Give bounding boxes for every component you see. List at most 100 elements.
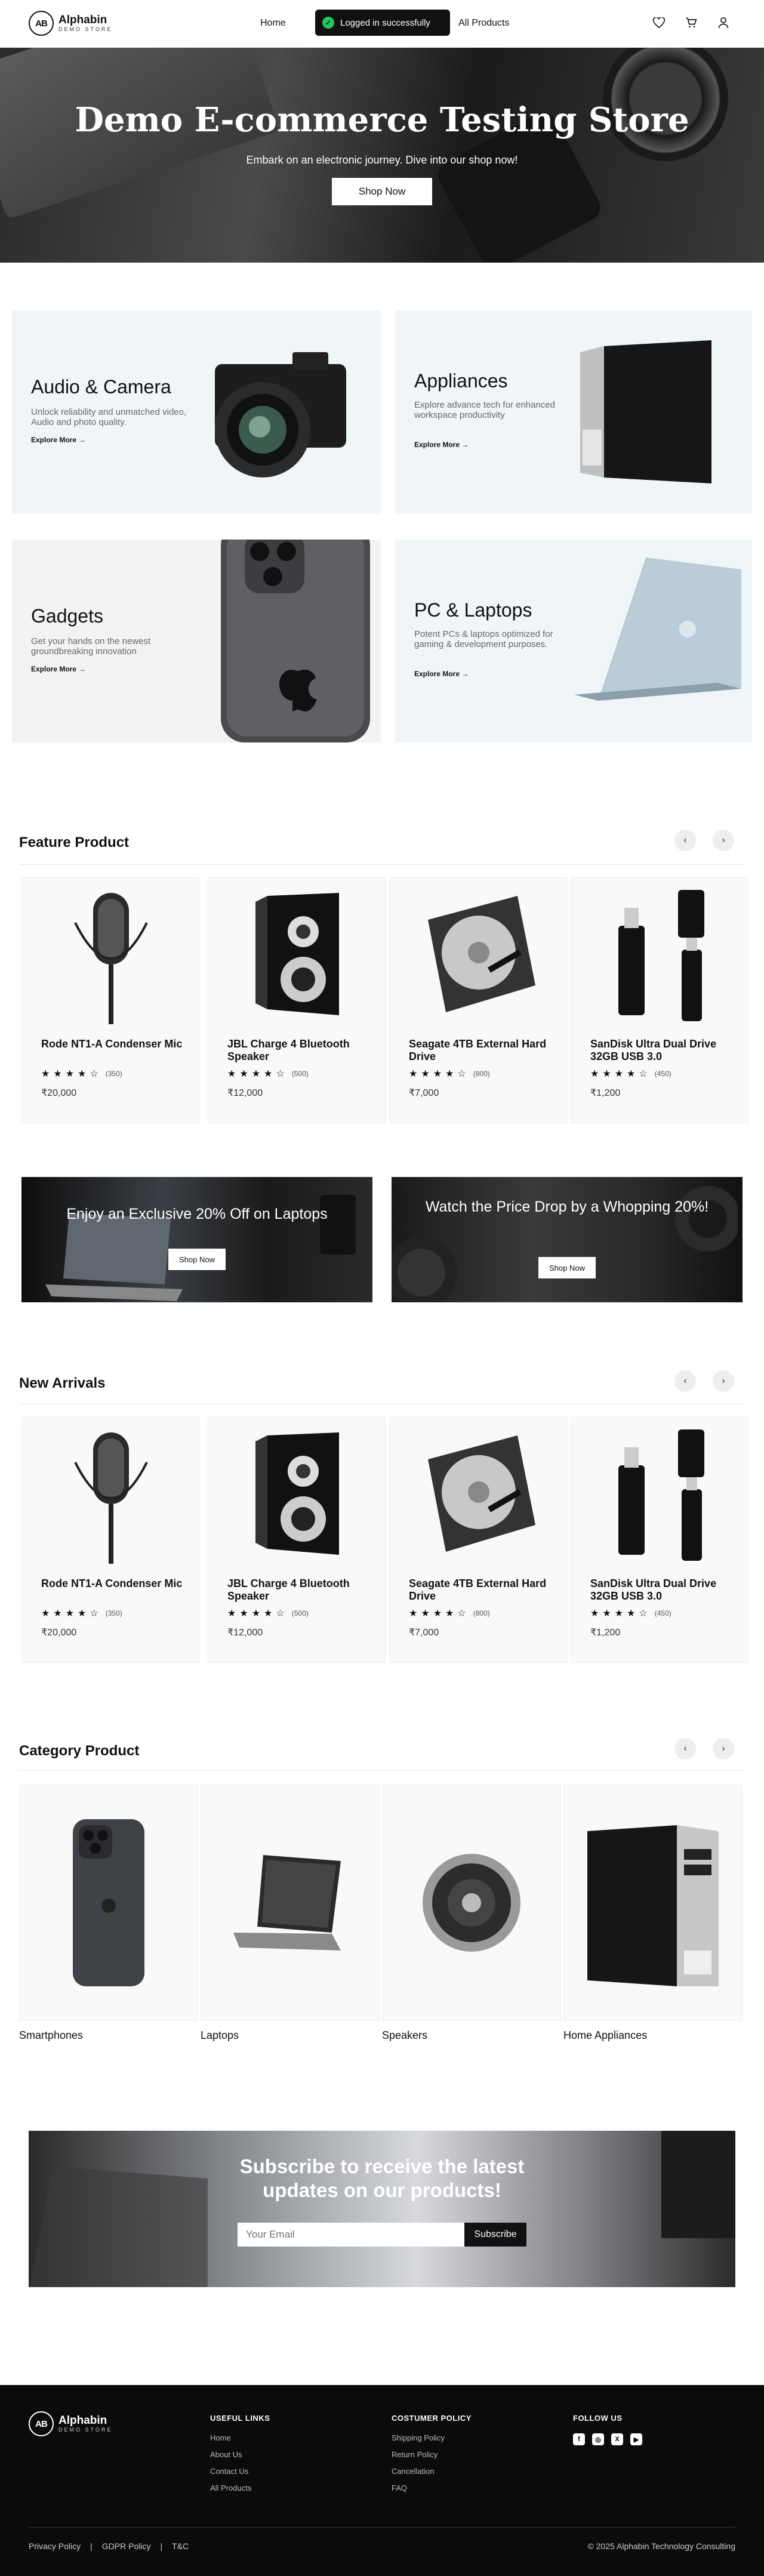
product-card[interactable]: SanDisk Ultra Dual Drive 32GB USB 3.0 ★ ★ ★… — [571, 877, 748, 1123]
product-image[interactable] — [208, 1418, 386, 1573]
terms-link[interactable]: T&C — [172, 2541, 189, 2551]
product-image[interactable] — [208, 878, 386, 1033]
product-image[interactable] — [571, 878, 749, 1033]
footer-link-all-products[interactable]: All Products — [210, 2483, 270, 2492]
star-icon: ★ — [614, 1069, 624, 1079]
rating-count: (350) — [105, 1070, 122, 1078]
product-card[interactable]: Seagate 4TB External Hard Drive ★ ★ ★ ★ ☆ (800… — [389, 877, 567, 1123]
product-name[interactable]: Seagate 4TB External Hard Drive — [409, 1577, 558, 1603]
nav-all-products-link[interactable]: All Products — [458, 18, 509, 29]
feature-next-button[interactable]: › — [713, 830, 734, 851]
footer-link-faq[interactable]: FAQ — [392, 2483, 472, 2492]
star-icon: ★ — [445, 1609, 454, 1619]
category-product-card[interactable] — [19, 1785, 198, 2021]
category-prev-button[interactable]: ‹ — [674, 1738, 696, 1760]
product-name[interactable]: JBL Charge 4 Bluetooth Speaker — [227, 1038, 377, 1063]
gdpr-policy-link[interactable]: GDPR Policy — [102, 2541, 151, 2551]
email-input[interactable] — [238, 2223, 464, 2247]
feature-prev-button[interactable]: ‹ — [674, 830, 696, 851]
product-card[interactable]: JBL Charge 4 Bluetooth Speaker ★ ★ ★ ★ ☆ (500)… — [208, 877, 386, 1123]
login-toast: ✓ Logged in successfully — [315, 10, 450, 36]
star-icon: ★ — [602, 1069, 611, 1079]
category-product-card[interactable] — [201, 1785, 380, 2021]
footer-link-contact[interactable]: Contact Us — [210, 2467, 270, 2476]
laptop-image — [45, 1213, 183, 1301]
product-name[interactable]: JBL Charge 4 Bluetooth Speaker — [227, 1577, 377, 1603]
hero-shop-now-button[interactable]: Shop Now — [332, 178, 432, 205]
product-card[interactable]: Rode NT1-A Condenser Mic ★ ★ ★ ★ ☆ (350) ₹20,00… — [21, 877, 199, 1123]
product-image[interactable] — [22, 1418, 200, 1573]
product-name[interactable]: SanDisk Ultra Dual Drive 32GB USB 3.0 — [590, 1577, 740, 1603]
site-logo[interactable]: AB Alphabin DEMO STORE — [29, 11, 112, 36]
new-arrivals-prev-button[interactable]: ‹ — [674, 1370, 696, 1392]
footer-link-home[interactable]: Home — [210, 2433, 270, 2442]
hero-title: Demo E-commerce Testing Store — [75, 100, 689, 140]
category-product-card[interactable] — [382, 1785, 561, 2021]
product-image[interactable] — [390, 878, 568, 1033]
facebook-icon[interactable]: f — [573, 2433, 585, 2445]
usb-drive-image — [618, 890, 704, 1021]
footer-link-return[interactable]: Return Policy — [392, 2450, 472, 2459]
privacy-policy-link[interactable]: Privacy Policy — [29, 2541, 81, 2551]
copyright-text: © 2025 Alphabin Technology Consulting — [587, 2541, 735, 2551]
promo-banner-price-drop[interactable]: Watch the Price Drop by a Whopping 20%! … — [392, 1177, 743, 1302]
youtube-icon[interactable]: ▶ — [630, 2433, 642, 2445]
explore-more-link[interactable]: Explore More → — [414, 440, 469, 449]
nav-home-link[interactable]: Home — [260, 18, 286, 29]
footer-logo[interactable]: AB Alphabin DEMO STORE — [29, 2411, 112, 2436]
cart-icon[interactable] — [684, 16, 698, 30]
explore-more-link[interactable]: Explore More → — [31, 665, 85, 673]
product-name[interactable]: SanDisk Ultra Dual Drive 32GB USB 3.0 — [590, 1038, 740, 1063]
category-product-label[interactable]: Smartphones — [19, 2029, 83, 2042]
explore-more-link[interactable]: Explore More → — [414, 670, 469, 678]
star-icon: ☆ — [276, 1609, 285, 1619]
explore-more-link[interactable]: Explore More → — [31, 436, 85, 444]
section-divider — [19, 864, 745, 865]
category-product-label[interactable]: Home Appliances — [563, 2029, 647, 2042]
star-icon: ★ — [78, 1609, 87, 1619]
star-icon: ☆ — [90, 1609, 98, 1619]
category-product-label[interactable]: Speakers — [382, 2029, 427, 2042]
heart-icon[interactable] — [652, 16, 666, 30]
star-icon: ★ — [433, 1069, 442, 1079]
product-name[interactable]: Rode NT1-A Condenser Mic — [41, 1038, 190, 1050]
product-image[interactable] — [571, 1418, 749, 1573]
product-image[interactable] — [390, 1418, 568, 1573]
product-name[interactable]: Seagate 4TB External Hard Drive — [409, 1038, 558, 1063]
star-icon: ★ — [614, 1609, 624, 1619]
footer-link-shipping[interactable]: Shipping Policy — [392, 2433, 472, 2442]
subscribe-button[interactable]: Subscribe — [464, 2223, 526, 2247]
rating-count: (500) — [291, 1070, 309, 1078]
category-product-card[interactable] — [563, 1785, 743, 2021]
star-icon: ★ — [409, 1069, 418, 1079]
footer-link-about[interactable]: About Us — [210, 2450, 270, 2459]
hard-drive-image — [428, 896, 535, 1012]
category-description: Get your hands on the newest groundbreak… — [31, 636, 151, 657]
instagram-icon[interactable]: ◎ — [592, 2433, 604, 2445]
promo-banner-laptops[interactable]: Enjoy an Exclusive 20% Off on Laptops Sh… — [21, 1177, 372, 1302]
promo-shop-now-button[interactable]: Shop Now — [168, 1249, 226, 1270]
category-product-label[interactable]: Laptops — [201, 2029, 239, 2042]
product-name[interactable]: Rode NT1-A Condenser Mic — [41, 1577, 190, 1590]
category-card-audio-camera[interactable]: Audio & Camera Unlock reliability and un… — [12, 310, 381, 513]
category-card-gadgets[interactable]: Gadgets Get your hands on the newest gro… — [12, 540, 381, 742]
category-card-appliances[interactable]: Appliances Explore advance tech for enha… — [395, 310, 752, 513]
product-image[interactable] — [22, 878, 200, 1033]
star-icon: ★ — [251, 1069, 261, 1079]
product-card[interactable]: Seagate 4TB External Hard Drive ★ ★ ★ ★ ☆ (800… — [389, 1417, 567, 1663]
site-footer: AB Alphabin DEMO STORE USEFUL LINKS Home… — [0, 2385, 764, 2576]
category-next-button[interactable]: › — [713, 1738, 734, 1760]
footer-link-cancellation[interactable]: Cancellation — [392, 2467, 472, 2476]
user-icon[interactable] — [716, 16, 731, 30]
product-card[interactable]: SanDisk Ultra Dual Drive 32GB USB 3.0 ★ ★ ★… — [571, 1417, 748, 1663]
product-card[interactable]: JBL Charge 4 Bluetooth Speaker ★ ★ ★ ★ ☆ (500)… — [208, 1417, 386, 1663]
rating-count: (350) — [105, 1609, 122, 1617]
promo-shop-now-button[interactable]: Shop Now — [538, 1257, 596, 1278]
category-card-pc-laptops[interactable]: PC & Laptops Potent PCs & laptops optimi… — [395, 540, 752, 742]
product-card[interactable]: Rode NT1-A Condenser Mic ★ ★ ★ ★ ☆ (350) ₹20,00… — [21, 1417, 199, 1663]
new-arrivals-next-button[interactable]: › — [713, 1370, 734, 1392]
star-icon: ★ — [421, 1609, 430, 1619]
product-rating: ★ ★ ★ ★ ☆ (350) — [41, 1068, 122, 1080]
category-description: Potent PCs & laptops optimized for gamin… — [414, 629, 553, 649]
x-icon[interactable]: X — [611, 2433, 623, 2445]
